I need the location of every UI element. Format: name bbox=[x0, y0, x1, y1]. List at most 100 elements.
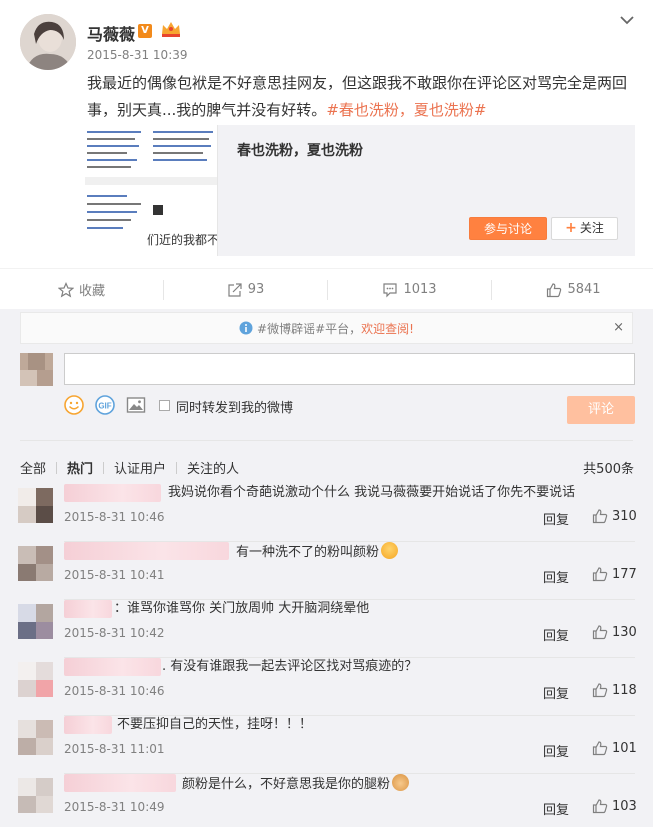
comment-item: ：谁骂你谁骂你 关门放周帅 大开脑洞绕晕他 2015-8-31 10:42 回复… bbox=[0, 600, 653, 658]
tab-all[interactable]: 全部 bbox=[20, 458, 46, 477]
notice-text[interactable]: #微博辟谣#平台， bbox=[257, 320, 361, 337]
comment-text: ：谁骂你谁骂你 关门放周帅 大开脑洞绕晕他 bbox=[114, 601, 370, 616]
user-avatar[interactable] bbox=[20, 14, 76, 70]
thumbs-up-icon bbox=[592, 683, 608, 698]
post-timestamp[interactable]: 2015-8-31 10:39 bbox=[87, 48, 188, 62]
comment-text: 我妈说你看个奇葩说激动个什么 我说马薇薇要开始说话了你先不要说话 bbox=[168, 485, 576, 500]
comment-text: . 有没有谁跟我一起去评论区找对骂痕迹的？ bbox=[162, 659, 418, 674]
join-discussion-button[interactable]: 参与讨论 bbox=[469, 217, 547, 240]
weibo-post: 马薇薇 V 2015-8-31 10:39 我最近的偶像包袱是不好意思挂网友，但… bbox=[0, 0, 653, 268]
commenter-avatar[interactable] bbox=[18, 662, 53, 697]
comment-item: 颜粉是什么，不好意思我是你的腿粉 2015-8-31 10:49 回复 103 bbox=[0, 774, 653, 827]
topic-card[interactable]: 们近的我都不敢 春也洗粉，夏也洗粉 参与讨论 +关注 bbox=[85, 125, 635, 256]
comment-like-count: 130 bbox=[612, 624, 637, 640]
repost-count: 93 bbox=[247, 282, 265, 297]
rumor-notice-bar: #微博辟谣#平台， 欢迎查阅! × bbox=[20, 312, 633, 344]
star-icon bbox=[57, 281, 74, 297]
comment-like-count: 177 bbox=[612, 566, 637, 582]
commenter-name-blurred[interactable] bbox=[64, 600, 112, 618]
post-hashtag[interactable]: #春也洗粉，夏也洗粉# bbox=[326, 101, 486, 119]
total-comment-count: 共500条 bbox=[583, 462, 634, 477]
thumbs-up-icon bbox=[592, 567, 608, 582]
reply-button[interactable]: 回复 bbox=[543, 683, 569, 702]
repost-icon bbox=[228, 282, 242, 297]
comment-time: 2015-8-31 10:42 bbox=[64, 626, 165, 640]
comment-icon bbox=[383, 282, 398, 297]
comment-text: 不要压抑自己的天性，挂呀！！！ bbox=[117, 717, 313, 732]
notice-link[interactable]: 欢迎查阅! bbox=[361, 320, 414, 337]
comment-time: 2015-8-31 10:46 bbox=[64, 684, 165, 698]
comment-input[interactable] bbox=[64, 353, 635, 385]
chevron-down-icon[interactable] bbox=[619, 14, 635, 26]
post-text: 我最近的偶像包袱是不好意思挂网友，但这跟我不敢跟你在评论区对骂完全是两回事，别天… bbox=[87, 70, 637, 124]
post-action-bar: 收藏 93 1013 5841 bbox=[0, 268, 653, 309]
topic-card-title[interactable]: 春也洗粉，夏也洗粉 bbox=[237, 140, 363, 160]
comment-like-count: 118 bbox=[612, 682, 637, 698]
reply-button[interactable]: 回复 bbox=[543, 741, 569, 760]
comment-item: 不要压抑自己的天性，挂呀！！！ 2015-8-31 11:01 回复 101 bbox=[0, 716, 653, 774]
commenter-name-blurred[interactable] bbox=[64, 542, 229, 560]
commenter-avatar[interactable] bbox=[18, 720, 53, 755]
favorite-label: 收藏 bbox=[78, 284, 105, 299]
reply-button[interactable]: 回复 bbox=[543, 509, 569, 528]
comment-time: 2015-8-31 11:01 bbox=[64, 742, 165, 756]
reply-button[interactable]: 回复 bbox=[543, 625, 569, 644]
comment-item: . 有没有谁跟我一起去评论区找对骂痕迹的？ 2015-8-31 10:46 回复… bbox=[0, 658, 653, 716]
current-user-avatar bbox=[20, 353, 53, 386]
commenter-name-blurred[interactable] bbox=[64, 774, 176, 792]
thumb-caption: 们近的我都不敢 bbox=[147, 233, 218, 247]
reply-button[interactable]: 回复 bbox=[543, 799, 569, 818]
comment-like-button[interactable]: 103 bbox=[592, 798, 637, 814]
comment-like-count: 103 bbox=[612, 798, 637, 814]
like-button[interactable]: 5841 bbox=[492, 269, 653, 310]
commenter-name-blurred[interactable] bbox=[64, 716, 112, 734]
comment-section: #微博辟谣#平台， 欢迎查阅! × GIF 同时转发到我的微博 评论 全部 热门 … bbox=[0, 309, 653, 827]
commenter-avatar[interactable] bbox=[18, 778, 53, 813]
cat-emoji-icon bbox=[392, 774, 410, 791]
comment-like-button[interactable]: 118 bbox=[592, 682, 637, 698]
comment-like-button[interactable]: 130 bbox=[592, 624, 637, 640]
submit-comment-button[interactable]: 评论 bbox=[567, 396, 635, 424]
vip-crown-icon bbox=[160, 20, 182, 38]
emoji-icon bbox=[381, 542, 399, 559]
gif-icon[interactable]: GIF bbox=[95, 395, 115, 419]
comment-time: 2015-8-31 10:41 bbox=[64, 568, 165, 582]
thumbs-up-icon bbox=[592, 799, 608, 814]
tab-following[interactable]: 关注的人 bbox=[187, 458, 239, 477]
comment-button[interactable]: 1013 bbox=[328, 269, 491, 310]
tab-hot[interactable]: 热门 bbox=[67, 458, 93, 477]
close-icon[interactable]: × bbox=[613, 320, 624, 335]
emoji-icon[interactable] bbox=[64, 395, 84, 419]
commenter-avatar[interactable] bbox=[18, 604, 53, 639]
comment-like-button[interactable]: 101 bbox=[592, 740, 637, 756]
plus-icon: + bbox=[565, 220, 577, 236]
tab-verified-users[interactable]: 认证用户 bbox=[114, 458, 166, 477]
thumbs-up-icon bbox=[592, 625, 608, 640]
image-icon[interactable] bbox=[126, 395, 146, 419]
username[interactable]: 马薇薇 bbox=[87, 21, 135, 45]
reply-button[interactable]: 回复 bbox=[543, 567, 569, 586]
comment-body: 有一种洗不了的粉叫颜粉 bbox=[236, 545, 380, 560]
verified-badge: V bbox=[138, 24, 152, 38]
comment-time: 2015-8-31 10:49 bbox=[64, 800, 165, 814]
favorite-button[interactable]: 收藏 bbox=[0, 269, 163, 310]
comment-item: 有一种洗不了的粉叫颜粉 2015-8-31 10:41 回复 177 bbox=[0, 542, 653, 600]
repost-checkbox[interactable] bbox=[159, 400, 170, 411]
comment-text: 颜粉是什么，不好意思我是你的腿粉 bbox=[182, 774, 410, 794]
commenter-avatar[interactable] bbox=[18, 488, 53, 523]
repost-checkbox-label[interactable]: 同时转发到我的微博 bbox=[176, 397, 293, 416]
thumbs-up-icon bbox=[592, 509, 608, 524]
comment-like-button[interactable]: 310 bbox=[592, 508, 637, 524]
comment-item: 我妈说你看个奇葩说激动个什么 我说马薇薇要开始说话了你先不要说话 2015-8-… bbox=[0, 484, 653, 542]
info-icon bbox=[239, 321, 253, 335]
comment-text: 有一种洗不了的粉叫颜粉 bbox=[236, 542, 399, 562]
commenter-name-blurred[interactable] bbox=[64, 484, 161, 502]
comment-count: 1013 bbox=[403, 282, 437, 297]
divider bbox=[20, 440, 633, 441]
comment-like-button[interactable]: 177 bbox=[592, 566, 637, 582]
commenter-name-blurred[interactable] bbox=[64, 658, 161, 676]
repost-button[interactable]: 93 bbox=[164, 269, 327, 310]
commenter-avatar[interactable] bbox=[18, 546, 53, 581]
like-count: 5841 bbox=[567, 282, 601, 297]
follow-topic-button[interactable]: + 关注 bbox=[551, 217, 618, 240]
